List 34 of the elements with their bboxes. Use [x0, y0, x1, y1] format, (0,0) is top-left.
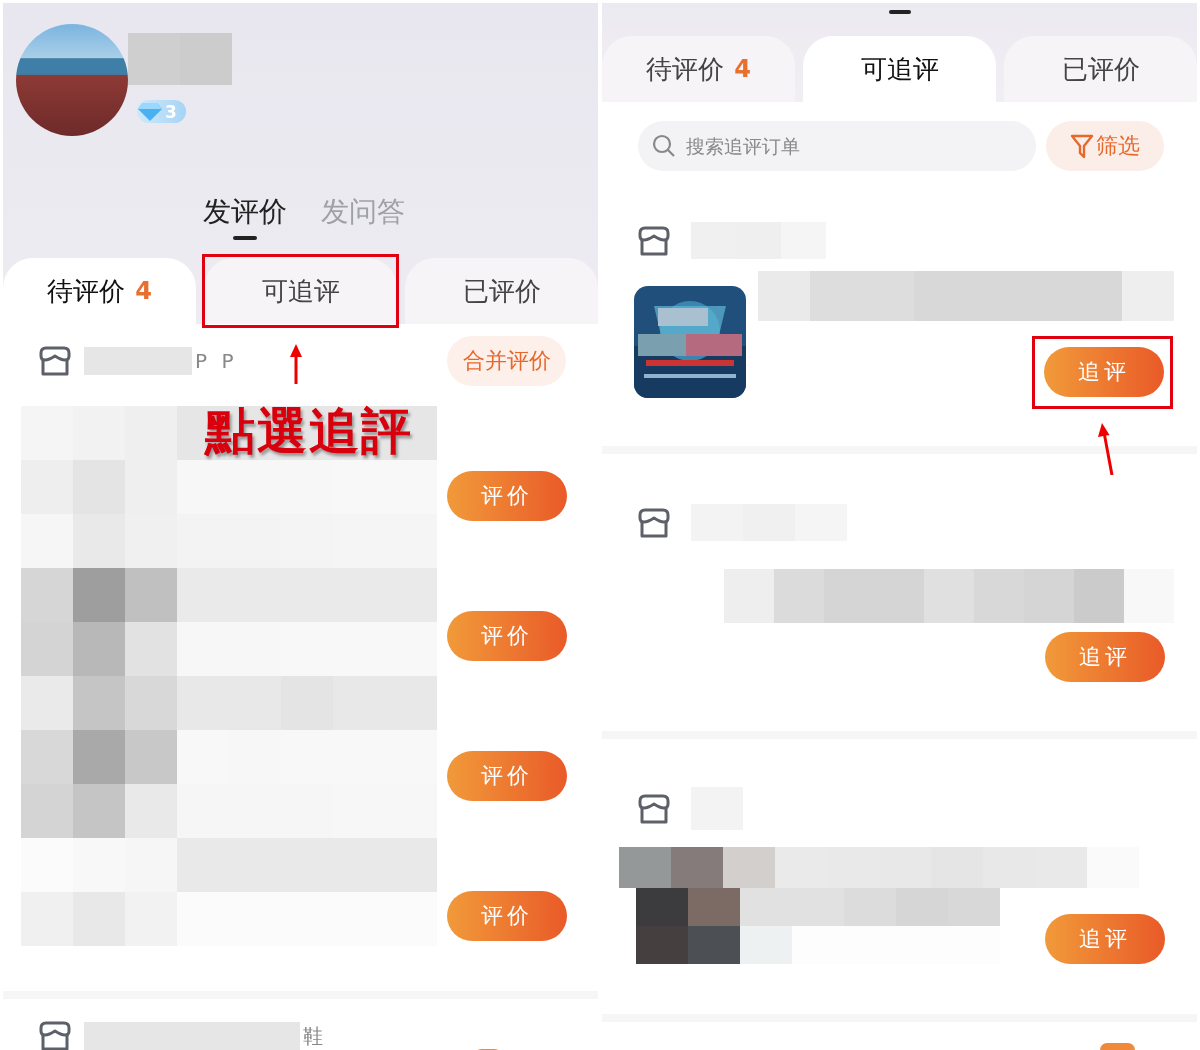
level-badge: 3: [137, 100, 186, 123]
mode-tab[interactable]: 发问答: [320, 194, 405, 230]
drag-handle[interactable]: [888, 10, 911, 14]
shop-icon: [637, 792, 671, 825]
tab[interactable]: 待评价 4: [602, 36, 795, 102]
mode-tab[interactable]: 发评价: [202, 194, 287, 230]
follow-up-review-button[interactable]: 追评: [1044, 347, 1164, 397]
annotation-arrow: [1096, 423, 1116, 475]
follow-up-review-button[interactable]: 追评: [1045, 632, 1165, 682]
filter-icon: [1070, 133, 1094, 159]
search-icon: [652, 134, 676, 158]
shop-name: 鞋: [303, 1022, 327, 1050]
shop-icon: [38, 1020, 72, 1050]
filter-button[interactable]: 筛选: [1046, 121, 1164, 171]
review-button[interactable]: 评价: [447, 891, 567, 941]
search-field[interactable]: 搜索追评订单: [638, 121, 1036, 171]
review-button[interactable]: 评价: [447, 751, 567, 801]
tab[interactable]: 已评价: [405, 258, 598, 324]
review-button[interactable]: 评价: [447, 611, 567, 661]
tab[interactable]: 待评价 4: [3, 258, 196, 324]
shop-icon: [637, 224, 671, 257]
tab[interactable]: 可追评: [803, 36, 996, 102]
tab-indicator: [232, 236, 257, 240]
annotation-caption: 點選追評: [205, 401, 413, 462]
diamond-icon: [137, 101, 163, 122]
merge-review-button[interactable]: 合并评价: [447, 336, 566, 386]
follow-up-review-button[interactable]: 追评: [1045, 914, 1165, 964]
shop-icon: [38, 345, 72, 377]
review-button[interactable]: 评价: [447, 471, 567, 521]
tab[interactable]: 已评价: [1004, 36, 1197, 102]
annotation-arrow: [288, 344, 303, 384]
shop-icon: [637, 506, 671, 539]
button-edge: [1100, 1043, 1135, 1050]
shop-name: P P: [195, 349, 238, 373]
